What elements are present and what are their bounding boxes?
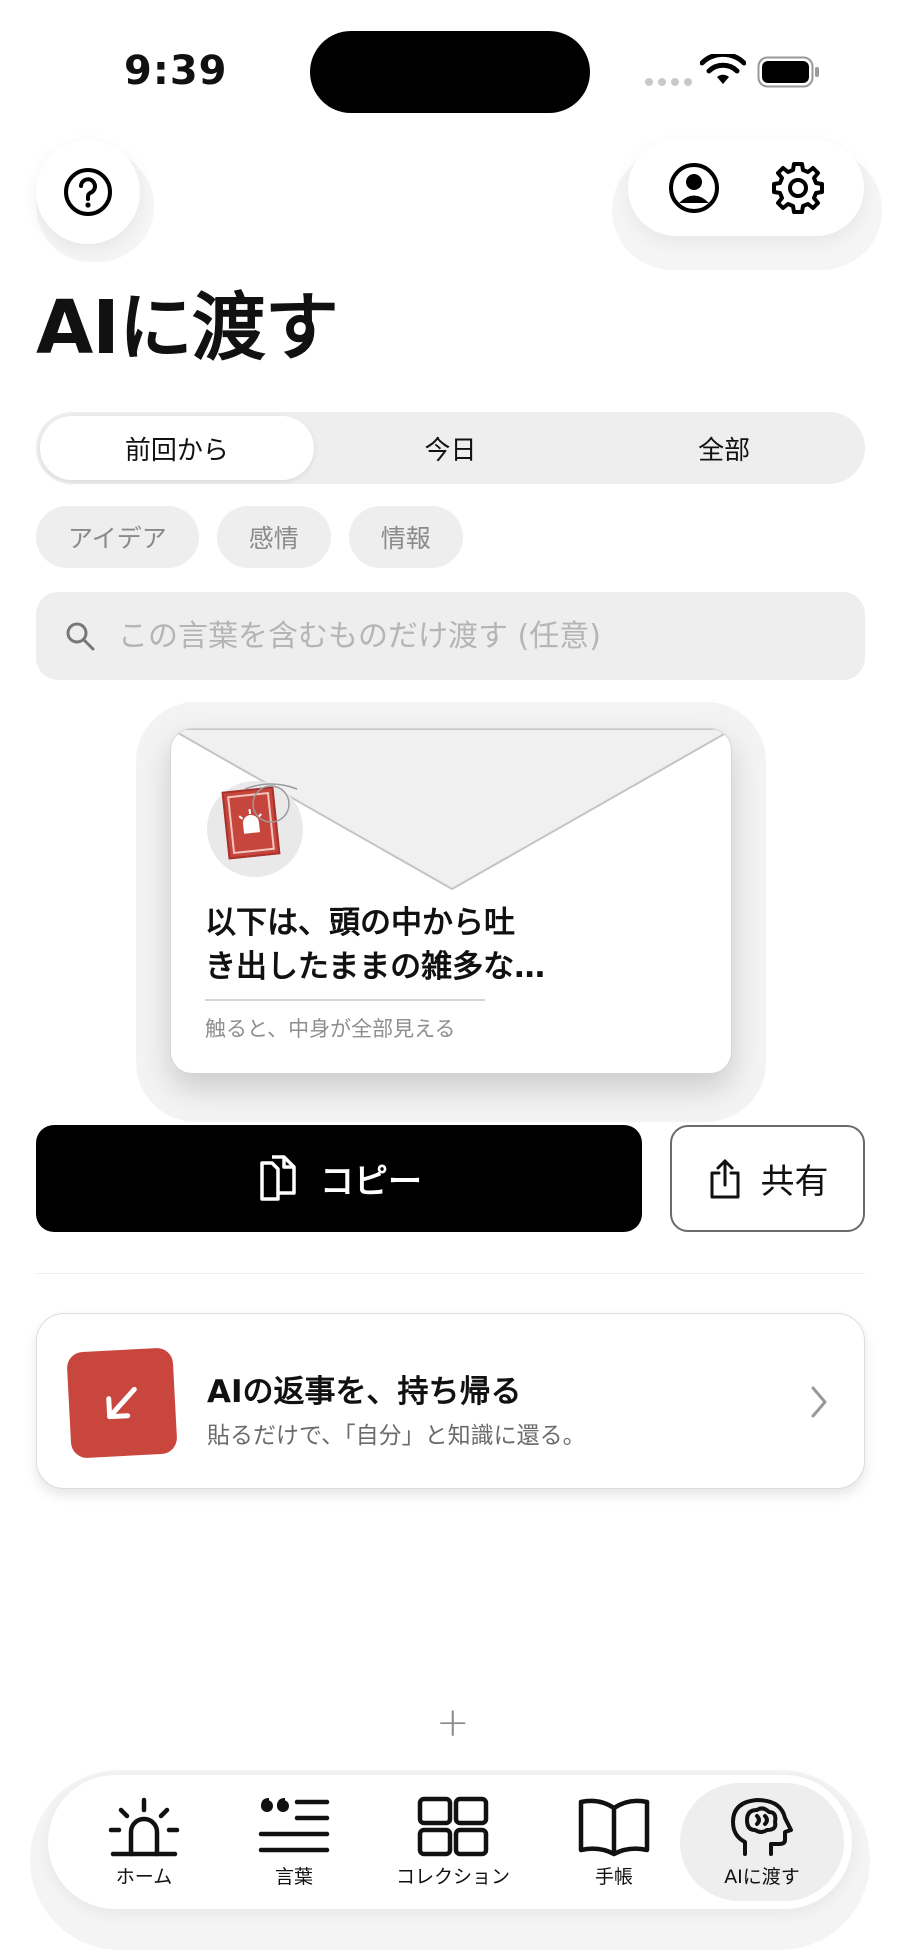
segment-previous[interactable]: 前回から: [40, 416, 314, 480]
share-label: 共有: [760, 1162, 829, 1202]
lighthouse-icon: [108, 1797, 180, 1856]
envelope-divider: [205, 999, 485, 1001]
copy-button[interactable]: コピー: [36, 1125, 642, 1232]
tab-collection[interactable]: コレクション: [378, 1775, 528, 1909]
search-bar: [36, 592, 865, 680]
tab-home-label: ホーム: [115, 1865, 173, 1888]
postmark-icon: [244, 783, 298, 823]
question-icon: [64, 168, 112, 216]
page-title: AIに渡す: [36, 285, 339, 371]
envelope-hint: 触ると、中身が全部見える: [205, 1017, 456, 1041]
status-time: 9:39: [124, 48, 228, 94]
add-button[interactable]: +: [436, 1700, 470, 1746]
tab-bar: ホーム 言葉 コレクション 手帳 AIに渡す: [48, 1775, 852, 1909]
import-reply-title: AIの返事を、持ち帰る: [207, 1374, 522, 1410]
tab-words[interactable]: 言葉: [234, 1775, 354, 1909]
tab-collection-label: コレクション: [395, 1865, 510, 1888]
cellular-signal-icon: [645, 78, 692, 86]
segment-all[interactable]: 全部: [587, 416, 861, 480]
import-reply-subtitle: 貼るだけで、「自分」と知識に還る。: [207, 1423, 586, 1449]
copy-label: コピー: [320, 1162, 422, 1202]
settings-button[interactable]: [766, 156, 830, 220]
person-circle-icon: [669, 163, 719, 213]
arrow-down-left-icon: [66, 1347, 178, 1459]
help-button[interactable]: [36, 140, 140, 244]
tab-notebook[interactable]: 手帳: [554, 1775, 674, 1909]
import-reply-card[interactable]: AIの返事を、持ち帰る 貼るだけで、「自分」と知識に還る。: [36, 1313, 865, 1489]
share-icon: [710, 1159, 739, 1198]
copy-icon: [260, 1154, 296, 1201]
chip-info[interactable]: 情報: [348, 506, 463, 568]
envelope-preview-card[interactable]: 以下は、頭の中から吐 き出したままの雑多な… 触ると、中身が全部見える: [170, 728, 732, 1074]
header-actions: [628, 140, 864, 236]
chip-idea[interactable]: アイデア: [36, 506, 199, 568]
tab-ai-handoff-label: AIに渡す: [724, 1865, 800, 1888]
dynamic-island: [310, 31, 590, 113]
tab-words-label: 言葉: [274, 1865, 313, 1888]
section-divider: [36, 1273, 865, 1274]
grid-icon: [417, 1796, 489, 1856]
preview-line-2: き出したままの雑多な…: [205, 949, 546, 985]
share-button[interactable]: 共有: [670, 1125, 865, 1232]
range-segmented-control: 前回から 今日 全部: [36, 412, 865, 484]
search-icon: [66, 622, 95, 651]
tab-notebook-label: 手帳: [594, 1865, 633, 1888]
book-icon: [578, 1798, 650, 1856]
search-input[interactable]: [118, 618, 838, 654]
category-chips: アイデア 感情 情報: [36, 506, 463, 568]
tab-ai-handoff[interactable]: AIに渡す: [680, 1783, 844, 1901]
chevron-right-icon: [811, 1386, 827, 1418]
brain-icon: [731, 1797, 793, 1856]
battery-icon: [757, 56, 819, 88]
quote-icon: [258, 1797, 330, 1852]
profile-button[interactable]: [662, 156, 726, 220]
tab-home[interactable]: ホーム: [84, 1775, 204, 1909]
wifi-icon: [700, 54, 746, 84]
segment-today[interactable]: 今日: [314, 416, 588, 480]
gear-icon: [772, 162, 824, 214]
chip-emotion[interactable]: 感情: [216, 506, 331, 568]
preview-line-1: 以下は、頭の中から吐: [205, 905, 515, 941]
envelope-preview-text: 以下は、頭の中から吐 き出したままの雑多な…: [205, 901, 625, 989]
